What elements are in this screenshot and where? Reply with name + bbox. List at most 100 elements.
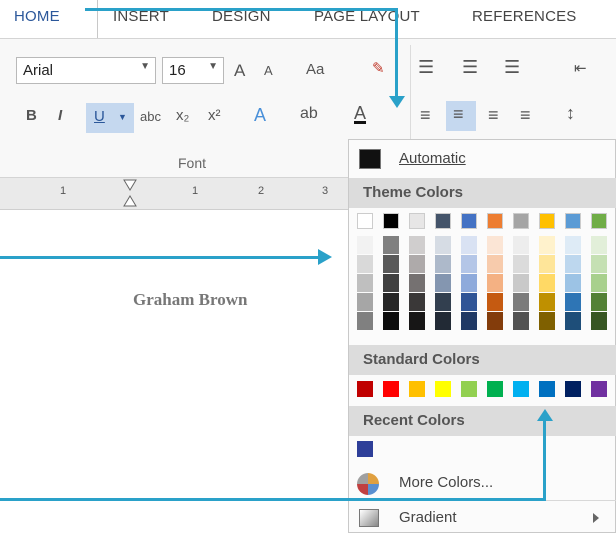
clear-formatting-icon[interactable]: ✎	[372, 59, 385, 77]
standard-color-swatch[interactable]	[591, 381, 607, 397]
theme-color-swatch[interactable]	[487, 236, 503, 254]
multilevel-list-icon[interactable]: ☰	[504, 57, 520, 78]
theme-color-swatch[interactable]	[435, 213, 451, 229]
theme-color-swatch[interactable]	[357, 255, 373, 273]
align-left-icon[interactable]: ≡	[420, 105, 431, 126]
theme-color-swatch[interactable]	[461, 274, 477, 292]
chevron-down-icon[interactable]: ▼	[118, 112, 127, 122]
theme-color-swatch[interactable]	[565, 255, 581, 273]
change-case-button[interactable]: Aa	[306, 61, 324, 78]
text-effects-icon[interactable]: A	[254, 105, 266, 126]
chevron-down-icon[interactable]: ▼	[208, 61, 218, 72]
tab-references[interactable]: REFERENCES	[472, 8, 577, 25]
theme-color-swatch[interactable]	[435, 255, 451, 273]
font-name-combobox[interactable]: Arial ▼	[16, 57, 156, 84]
theme-color-swatch[interactable]	[591, 255, 607, 273]
theme-color-swatch[interactable]	[409, 293, 425, 311]
theme-color-swatch[interactable]	[409, 236, 425, 254]
theme-color-swatch[interactable]	[383, 312, 399, 330]
theme-color-swatch[interactable]	[513, 236, 529, 254]
theme-color-swatch[interactable]	[513, 255, 529, 273]
theme-color-swatch[interactable]	[435, 274, 451, 292]
theme-color-swatch[interactable]	[409, 274, 425, 292]
theme-color-swatch[interactable]	[383, 236, 399, 254]
shrink-font-button[interactable]: A	[264, 63, 273, 78]
strikethrough-button[interactable]: abc	[140, 109, 161, 124]
subscript-button[interactable]: x₂	[176, 107, 189, 124]
theme-color-swatch[interactable]	[539, 312, 555, 330]
theme-color-swatch[interactable]	[539, 255, 555, 273]
theme-color-swatch[interactable]	[565, 213, 581, 229]
italic-button[interactable]: I	[58, 107, 62, 124]
grow-font-button[interactable]: A	[234, 61, 245, 81]
standard-color-swatch[interactable]	[435, 381, 451, 397]
underline-button[interactable]: U ▼	[86, 103, 134, 133]
theme-color-swatch[interactable]	[357, 312, 373, 330]
theme-color-swatch[interactable]	[383, 255, 399, 273]
theme-color-swatch[interactable]	[409, 312, 425, 330]
tab-home[interactable]: HOME	[14, 8, 60, 25]
theme-color-swatch[interactable]	[435, 293, 451, 311]
theme-color-swatch[interactable]	[513, 293, 529, 311]
theme-color-swatch[interactable]	[513, 213, 529, 229]
standard-color-swatch[interactable]	[487, 381, 503, 397]
theme-color-swatch[interactable]	[591, 274, 607, 292]
theme-color-swatch[interactable]	[539, 236, 555, 254]
theme-color-swatch[interactable]	[383, 274, 399, 292]
standard-color-swatch[interactable]	[539, 381, 555, 397]
theme-color-swatch[interactable]	[513, 274, 529, 292]
standard-color-swatch[interactable]	[565, 381, 581, 397]
theme-color-swatch[interactable]	[539, 213, 555, 229]
theme-color-swatch[interactable]	[357, 236, 373, 254]
horizontal-ruler[interactable]: 1 1 2 3	[0, 178, 348, 210]
theme-color-swatch[interactable]	[539, 293, 555, 311]
theme-color-swatch[interactable]	[461, 293, 477, 311]
justify-icon[interactable]: ≡	[520, 105, 531, 126]
theme-color-swatch[interactable]	[357, 274, 373, 292]
theme-color-swatch[interactable]	[435, 236, 451, 254]
align-center-button[interactable]: ≡	[446, 101, 476, 131]
numbering-icon[interactable]: ☰	[462, 57, 478, 78]
superscript-button[interactable]: x²	[208, 107, 221, 124]
theme-color-swatch[interactable]	[591, 236, 607, 254]
theme-color-swatch[interactable]	[487, 213, 503, 229]
theme-color-swatch[interactable]	[409, 213, 425, 229]
font-color-button[interactable]: A	[354, 103, 366, 124]
indent-marker-icon[interactable]	[122, 178, 138, 210]
theme-color-swatch[interactable]	[565, 293, 581, 311]
automatic-option[interactable]: Automatic	[349, 140, 616, 178]
standard-color-swatch[interactable]	[383, 381, 399, 397]
theme-color-swatch[interactable]	[357, 213, 373, 229]
bold-button[interactable]: B	[26, 107, 37, 124]
theme-color-swatch[interactable]	[383, 293, 399, 311]
standard-color-swatch[interactable]	[409, 381, 425, 397]
theme-color-swatch[interactable]	[357, 293, 373, 311]
theme-color-swatch[interactable]	[435, 312, 451, 330]
theme-color-swatch[interactable]	[591, 312, 607, 330]
theme-color-swatch[interactable]	[565, 236, 581, 254]
theme-color-swatch[interactable]	[409, 255, 425, 273]
theme-color-swatch[interactable]	[539, 274, 555, 292]
align-right-icon[interactable]: ≡	[488, 105, 499, 126]
standard-color-swatch[interactable]	[357, 381, 373, 397]
chevron-down-icon[interactable]: ▼	[140, 61, 150, 72]
theme-color-swatch[interactable]	[383, 213, 399, 229]
highlight-color-icon[interactable]: ab	[300, 105, 318, 123]
line-spacing-icon[interactable]: ↕	[566, 103, 575, 124]
theme-color-swatch[interactable]	[461, 255, 477, 273]
theme-color-swatch[interactable]	[565, 312, 581, 330]
theme-color-swatch[interactable]	[591, 213, 607, 229]
theme-color-swatch[interactable]	[487, 293, 503, 311]
theme-color-swatch[interactable]	[461, 312, 477, 330]
theme-color-swatch[interactable]	[487, 312, 503, 330]
recent-color-swatch[interactable]	[357, 441, 373, 457]
theme-color-swatch[interactable]	[513, 312, 529, 330]
standard-color-swatch[interactable]	[513, 381, 529, 397]
document-text[interactable]: Graham Brown	[133, 290, 247, 310]
more-colors-option[interactable]: More Colors...	[349, 466, 616, 500]
font-size-combobox[interactable]: 16 ▼	[162, 57, 224, 84]
theme-color-swatch[interactable]	[591, 293, 607, 311]
bullets-icon[interactable]: ☰	[418, 57, 434, 78]
standard-color-swatch[interactable]	[461, 381, 477, 397]
theme-color-swatch[interactable]	[461, 236, 477, 254]
